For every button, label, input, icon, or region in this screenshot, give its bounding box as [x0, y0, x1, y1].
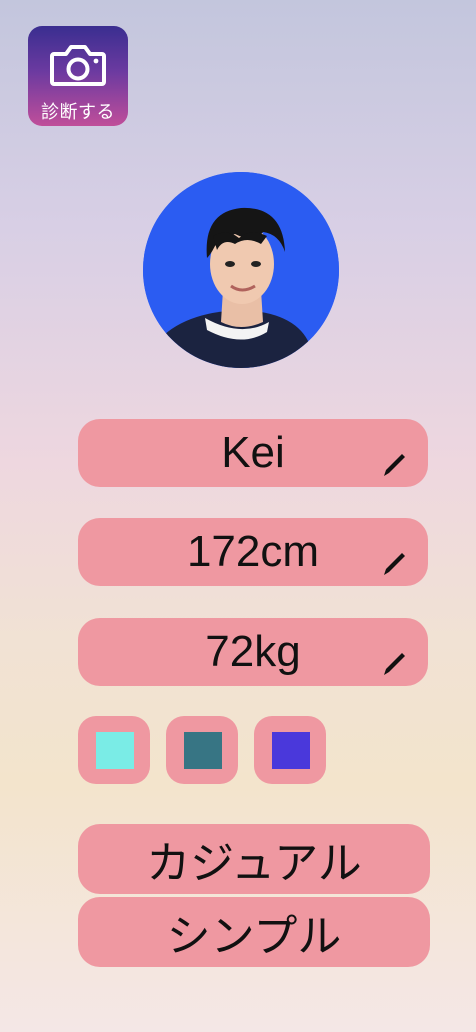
- name-field[interactable]: Kei: [78, 419, 428, 487]
- pencil-icon[interactable]: [380, 449, 410, 479]
- weight-value: 72kg: [205, 627, 301, 676]
- camera-icon: [50, 45, 106, 86]
- style-tag-casual[interactable]: カジュアル: [78, 824, 430, 894]
- profile-photo: [143, 172, 339, 368]
- weight-field[interactable]: 72kg: [78, 618, 428, 686]
- diagnose-button[interactable]: 診断する: [28, 26, 128, 126]
- diagnose-label: 診断する: [41, 102, 115, 123]
- height-field[interactable]: 172cm: [78, 518, 428, 586]
- swatch-color: [184, 732, 222, 769]
- height-value: 172cm: [186, 527, 320, 576]
- avatar[interactable]: [143, 172, 339, 368]
- swatch-color: [96, 732, 134, 769]
- color-swatch-1[interactable]: [78, 716, 150, 784]
- swatch-color: [272, 732, 310, 769]
- style-tag-simple[interactable]: シンプル: [78, 897, 430, 967]
- pencil-icon[interactable]: [380, 648, 410, 678]
- name-value: Kei: [221, 428, 285, 477]
- pencil-icon[interactable]: [380, 548, 410, 578]
- color-swatch-3[interactable]: [254, 716, 326, 784]
- color-swatch-2[interactable]: [166, 716, 238, 784]
